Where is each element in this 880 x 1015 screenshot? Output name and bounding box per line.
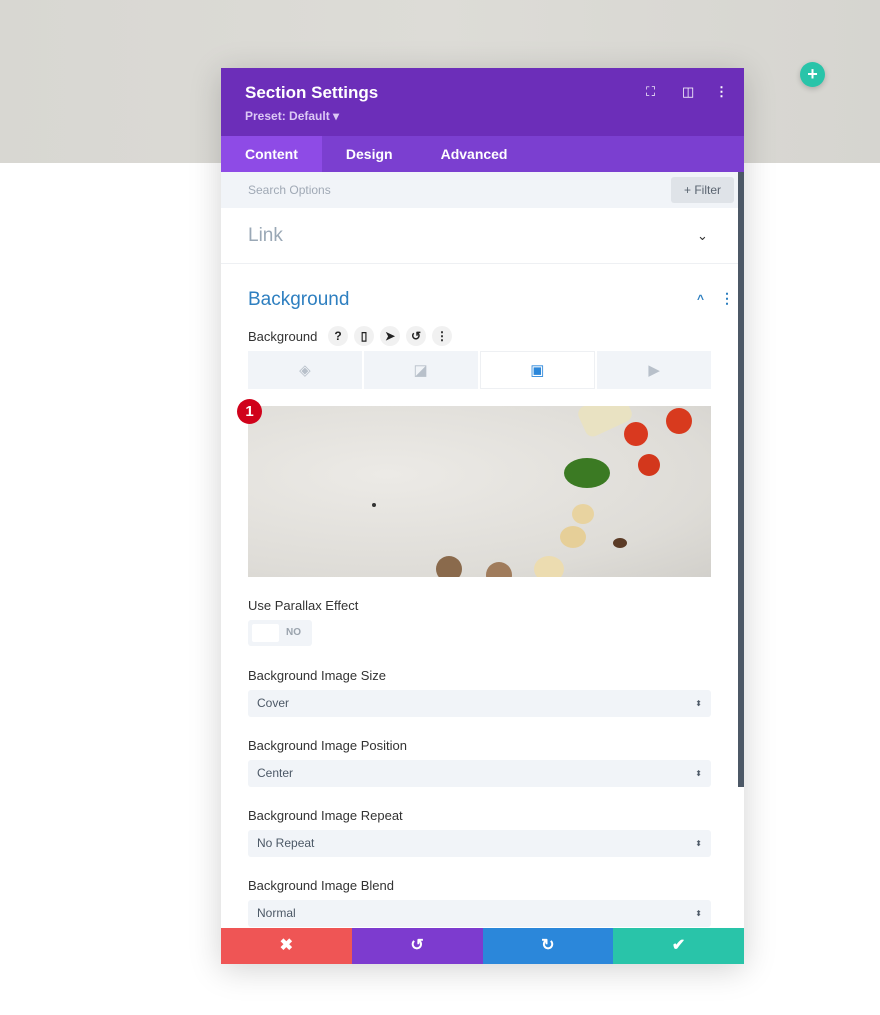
video-tab-icon[interactable]: ▶ bbox=[597, 351, 711, 389]
image-blend-label: Background Image Blend bbox=[248, 878, 394, 893]
cancel-button[interactable]: ✖ bbox=[221, 928, 352, 964]
color-tab-paint-bucket-icon[interactable]: ◈ bbox=[248, 351, 362, 389]
more-options-icon[interactable]: ⋮ bbox=[715, 84, 728, 100]
parallax-label: Use Parallax Effect bbox=[248, 598, 359, 613]
section-settings-modal: Section Settings Preset: Default ▾ ⛶ ◫ ⋮… bbox=[221, 68, 744, 964]
modal-title: Section Settings bbox=[245, 83, 379, 102]
search-bar: Search Options + Filter bbox=[221, 172, 744, 208]
tab-content[interactable]: Content bbox=[221, 136, 322, 172]
preset-dropdown[interactable]: Preset: Default ▾ bbox=[245, 109, 339, 123]
background-section-title[interactable]: Background bbox=[248, 289, 349, 311]
chevron-down-icon[interactable]: ⌄ bbox=[697, 228, 708, 244]
add-section-button[interactable]: + bbox=[800, 62, 825, 87]
image-repeat-select[interactable]: No Repeat ⬍ bbox=[248, 830, 711, 857]
fullscreen-icon[interactable]: ⛶ bbox=[646, 84, 655, 100]
select-value: No Repeat bbox=[257, 836, 315, 850]
parallax-toggle[interactable]: NO bbox=[248, 620, 312, 646]
tab-advanced[interactable]: Advanced bbox=[417, 136, 532, 172]
split-view-icon[interactable]: ◫ bbox=[682, 84, 694, 100]
toggle-knob bbox=[252, 624, 279, 642]
toggle-state: NO bbox=[286, 627, 301, 638]
image-size-select[interactable]: Cover ⬍ bbox=[248, 690, 711, 717]
modal-footer: ✖ ↺ ↻ ✔ bbox=[221, 928, 744, 964]
background-label: Background bbox=[248, 329, 318, 344]
chevron-up-icon[interactable]: ^ bbox=[697, 292, 704, 306]
image-repeat-label: Background Image Repeat bbox=[248, 808, 403, 823]
modal-header: Section Settings Preset: Default ▾ ⛶ ◫ ⋮ bbox=[221, 68, 744, 136]
tab-bar: Content Design Advanced bbox=[221, 136, 744, 172]
filter-button[interactable]: + Filter bbox=[671, 177, 734, 203]
responsive-icon[interactable]: ▯ bbox=[354, 326, 374, 346]
background-image-preview[interactable] bbox=[248, 406, 711, 577]
redo-button[interactable]: ↻ bbox=[482, 928, 614, 964]
help-icon[interactable]: ? bbox=[328, 326, 348, 346]
image-position-select[interactable]: Center ⬍ bbox=[248, 760, 711, 787]
link-section-title[interactable]: Link bbox=[248, 225, 283, 247]
select-value: Cover bbox=[257, 696, 290, 710]
select-value: Center bbox=[257, 766, 294, 780]
tab-design[interactable]: Design bbox=[322, 136, 417, 172]
image-position-label: Background Image Position bbox=[248, 738, 407, 753]
save-button[interactable]: ✔ bbox=[613, 928, 744, 964]
divider bbox=[221, 263, 738, 264]
gradient-tab-icon[interactable]: ◪ bbox=[363, 351, 478, 389]
select-arrows-icon: ⬍ bbox=[695, 909, 702, 918]
search-input[interactable]: Search Options bbox=[248, 183, 331, 197]
image-size-label: Background Image Size bbox=[248, 668, 387, 683]
reset-icon[interactable]: ↺ bbox=[406, 326, 426, 346]
step-badge: 1 bbox=[237, 399, 262, 424]
image-tab-icon[interactable]: ▣ bbox=[479, 351, 596, 389]
background-type-tabs: ◈ ◪ ▣ ▶ bbox=[248, 351, 711, 389]
image-blend-select[interactable]: Normal ⬍ bbox=[248, 900, 711, 927]
field-more-icon[interactable]: ⋮ bbox=[432, 326, 452, 346]
select-arrows-icon: ⬍ bbox=[695, 839, 702, 848]
select-arrows-icon: ⬍ bbox=[695, 699, 702, 708]
select-value: Normal bbox=[257, 906, 296, 920]
hover-cursor-icon[interactable]: ➤ bbox=[380, 326, 400, 346]
section-more-icon[interactable]: ⋮ bbox=[720, 290, 734, 307]
undo-button[interactable]: ↺ bbox=[351, 928, 483, 964]
select-arrows-icon: ⬍ bbox=[695, 769, 702, 778]
scrollbar[interactable] bbox=[738, 172, 744, 787]
